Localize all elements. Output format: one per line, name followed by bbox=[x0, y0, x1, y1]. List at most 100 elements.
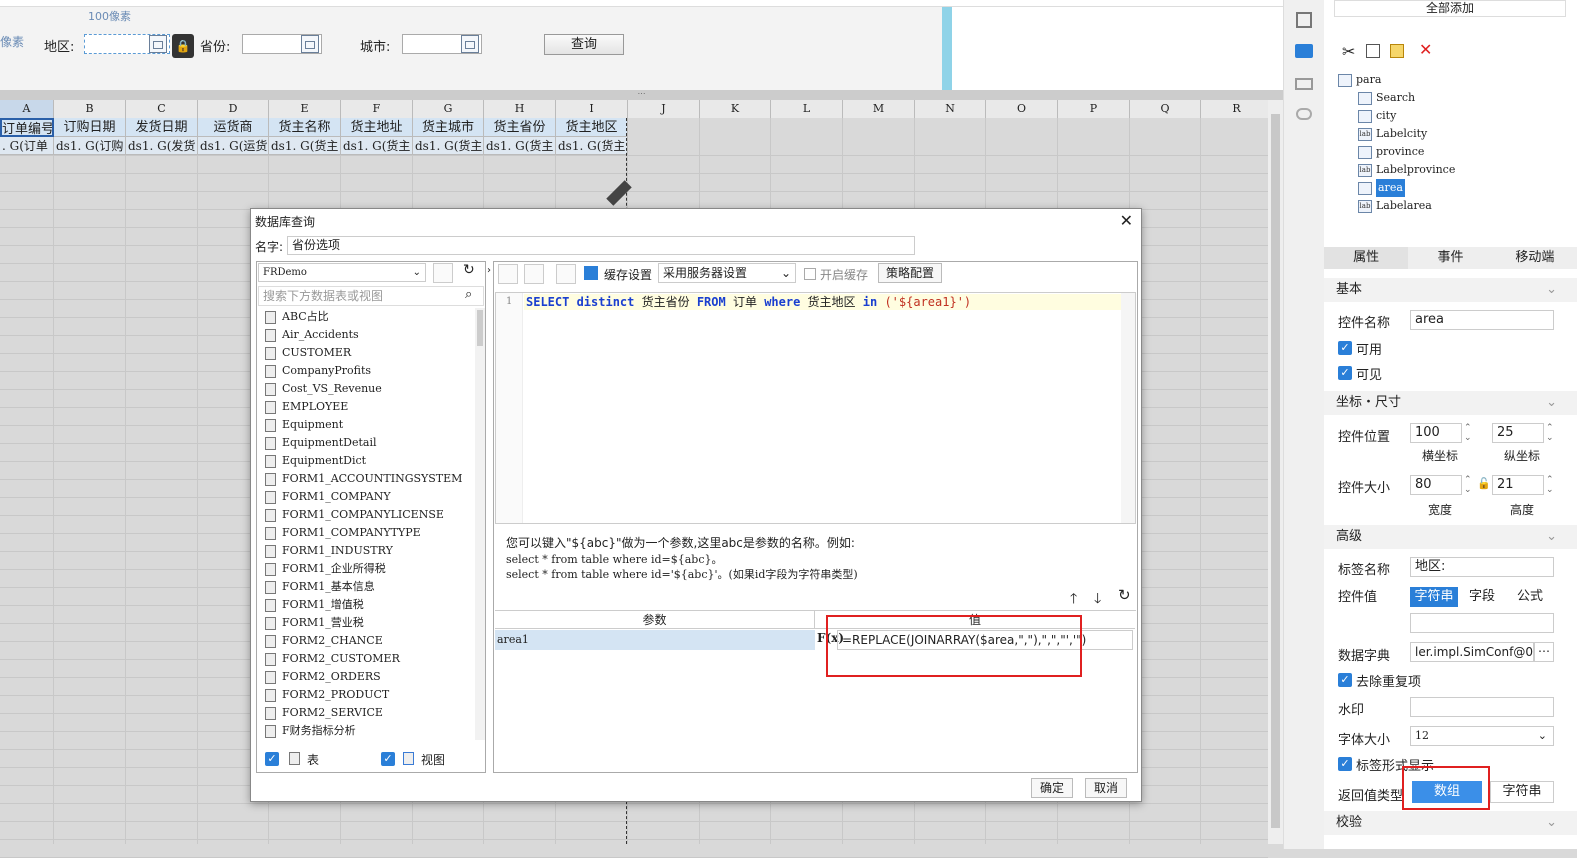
table-list-item[interactable]: Air_Accidents bbox=[265, 326, 359, 344]
height-stepper[interactable]: ⌃ ⌄ bbox=[1546, 475, 1554, 495]
paste-icon[interactable] bbox=[1390, 44, 1404, 58]
column-header[interactable]: D bbox=[198, 100, 269, 118]
return-array-button[interactable]: 数组 bbox=[1412, 781, 1482, 803]
header-cell[interactable]: 货主地区 bbox=[556, 118, 628, 137]
table-list-item[interactable]: FORM1_增值税 bbox=[265, 596, 364, 614]
column-header[interactable]: K bbox=[700, 100, 771, 118]
tab-mobile[interactable]: 移动端 bbox=[1493, 247, 1577, 269]
data-cell[interactable]: ds1. G(货主 bbox=[484, 137, 556, 155]
table-list-item[interactable]: EquipmentDict bbox=[265, 452, 366, 470]
copy-icon[interactable] bbox=[1366, 44, 1380, 58]
tree-item[interactable]: Search bbox=[1358, 89, 1415, 107]
column-header[interactable]: B bbox=[54, 100, 126, 118]
column-header[interactable]: F bbox=[341, 100, 413, 118]
data-cell[interactable]: ds1. G(发货 bbox=[126, 137, 198, 155]
tree-item[interactable]: province bbox=[1358, 143, 1424, 161]
splitter[interactable]: ⋯ bbox=[0, 90, 1283, 100]
section-validate[interactable]: 校验 ⌄ bbox=[1324, 811, 1577, 835]
column-header[interactable]: A bbox=[0, 100, 54, 118]
table-search-input[interactable]: 搜索下方数据表或视图 bbox=[258, 286, 484, 306]
tab-properties[interactable]: 属性 bbox=[1324, 247, 1409, 269]
section-coord-size[interactable]: 坐标・尺寸 ⌄ bbox=[1324, 391, 1577, 415]
column-header[interactable]: M bbox=[843, 100, 915, 118]
table-list-item[interactable]: CUSTOMER bbox=[265, 344, 351, 362]
scrollbar-thumb[interactable] bbox=[1271, 114, 1280, 828]
table-list-item[interactable]: EMPLOYEE bbox=[265, 398, 348, 416]
query-button[interactable]: 查询 bbox=[544, 34, 624, 55]
search-icon[interactable]: ⌕ bbox=[465, 287, 472, 302]
connection-select[interactable]: FRDemo ⌄ bbox=[258, 263, 426, 282]
header-cell[interactable]: 货主省份 bbox=[484, 118, 556, 137]
strategy-button[interactable]: 策略配置 bbox=[878, 263, 942, 283]
table-checkbox[interactable]: ✓ bbox=[265, 752, 279, 766]
table-list-item[interactable]: FORM2_SERVICE bbox=[265, 704, 383, 722]
link-icon[interactable] bbox=[1296, 108, 1312, 120]
data-cell[interactable]: . G(订单 bbox=[0, 137, 54, 155]
header-cell[interactable]: 货主名称 bbox=[269, 118, 341, 137]
calendar-icon[interactable] bbox=[301, 35, 319, 53]
ok-button[interactable]: 确定 bbox=[1031, 778, 1073, 798]
column-header[interactable]: I bbox=[556, 100, 628, 118]
column-header[interactable]: H bbox=[484, 100, 556, 118]
sql-icon[interactable] bbox=[556, 264, 576, 284]
refresh-params-icon[interactable]: ↻ bbox=[1118, 586, 1131, 604]
table-list-item[interactable]: EquipmentDetail bbox=[265, 434, 377, 452]
width-input[interactable]: 80 bbox=[1410, 475, 1462, 495]
table-list-item[interactable]: Equipment bbox=[265, 416, 343, 434]
header-cell[interactable]: 货主地址 bbox=[341, 118, 413, 137]
table-list[interactable]: ABC占比 Air_Accidents CUSTOMER CompanyProfits… bbox=[257, 308, 475, 740]
edit-connection-icon[interactable] bbox=[433, 263, 453, 283]
return-string-button[interactable]: 字符串 bbox=[1490, 781, 1554, 803]
watermark-input[interactable] bbox=[1410, 697, 1554, 717]
header-cell[interactable]: 货主城市 bbox=[413, 118, 484, 137]
header-cell[interactable]: 运货商 bbox=[198, 118, 269, 137]
collapse-arrow-icon[interactable]: › bbox=[487, 265, 491, 276]
tree-item[interactable]: para bbox=[1338, 71, 1381, 89]
column-header[interactable]: J bbox=[628, 100, 700, 118]
province-field[interactable] bbox=[242, 34, 322, 54]
pos-y-stepper[interactable]: ⌃ ⌄ bbox=[1546, 423, 1554, 443]
frame-icon[interactable] bbox=[1296, 12, 1312, 28]
value-tab-string[interactable]: 字符串 bbox=[1410, 587, 1458, 607]
table-list-item[interactable]: F财务指标分析 bbox=[265, 722, 356, 740]
data-cell[interactable]: ds1. G(货主 bbox=[269, 137, 341, 155]
header-cell[interactable]: 订购日期 bbox=[54, 118, 126, 137]
table-list-item[interactable]: ABC占比 bbox=[265, 308, 329, 326]
layout-icon[interactable] bbox=[1295, 78, 1313, 90]
font-size-select[interactable]: 12 ⌄ bbox=[1410, 726, 1554, 746]
table-list-item[interactable]: FORM1_INDUSTRY bbox=[265, 542, 393, 560]
column-header[interactable]: P bbox=[1058, 100, 1130, 118]
dict-more-button[interactable]: ⋯ bbox=[1534, 642, 1554, 662]
dict-input[interactable]: ler.impl.SimConf@0] bbox=[1410, 642, 1534, 662]
column-header[interactable]: E bbox=[269, 100, 341, 118]
section-basic[interactable]: 基本 ⌄ bbox=[1324, 278, 1577, 302]
table-list-item[interactable]: FORM2_CUSTOMER bbox=[265, 650, 400, 668]
pos-y-input[interactable]: 25 bbox=[1492, 423, 1544, 443]
sql-editor[interactable]: 1 SELECT distinct 货主省份 FROM 订单 where 货主地… bbox=[495, 292, 1136, 524]
sql-line[interactable]: SELECT distinct 货主省份 FROM 订单 where 货主地区 … bbox=[524, 294, 1121, 310]
header-cell[interactable]: 订单编号 bbox=[0, 118, 54, 137]
table-list-item[interactable]: FORM1_营业税 bbox=[265, 614, 364, 632]
width-stepper[interactable]: ⌃ ⌄ bbox=[1464, 475, 1472, 495]
add-all-button[interactable]: 全部添加 bbox=[1334, 0, 1566, 17]
height-input[interactable]: 21 bbox=[1492, 475, 1544, 495]
table-list-item[interactable]: FORM2_ORDERS bbox=[265, 668, 381, 686]
city-field[interactable] bbox=[402, 34, 482, 54]
enable-cache-checkbox[interactable] bbox=[804, 268, 816, 280]
tab-events[interactable]: 事件 bbox=[1408, 247, 1492, 269]
table-list-item[interactable]: FORM1_企业所得税 bbox=[265, 560, 386, 578]
visible-checkbox[interactable]: ✓ bbox=[1338, 366, 1352, 380]
column-header[interactable]: O bbox=[986, 100, 1058, 118]
view-checkbox[interactable]: ✓ bbox=[381, 752, 395, 766]
move-up-icon[interactable]: 🡑 bbox=[1070, 588, 1077, 612]
data-cell[interactable]: ds1. G(订购 bbox=[54, 137, 126, 155]
cache-option-select[interactable]: 采用服务器设置 ⌄ bbox=[658, 263, 796, 283]
column-header[interactable]: N bbox=[915, 100, 986, 118]
calendar-icon[interactable] bbox=[461, 35, 479, 53]
calendar-icon[interactable] bbox=[149, 35, 167, 53]
pos-x-input[interactable]: 100 bbox=[1410, 423, 1462, 443]
data-cell[interactable]: ds1. G(货主 bbox=[556, 137, 628, 155]
table-list-item[interactable]: CompanyProfits bbox=[265, 362, 371, 380]
data-cell[interactable]: ds1. G(货主 bbox=[341, 137, 413, 155]
column-header[interactable]: L bbox=[771, 100, 843, 118]
